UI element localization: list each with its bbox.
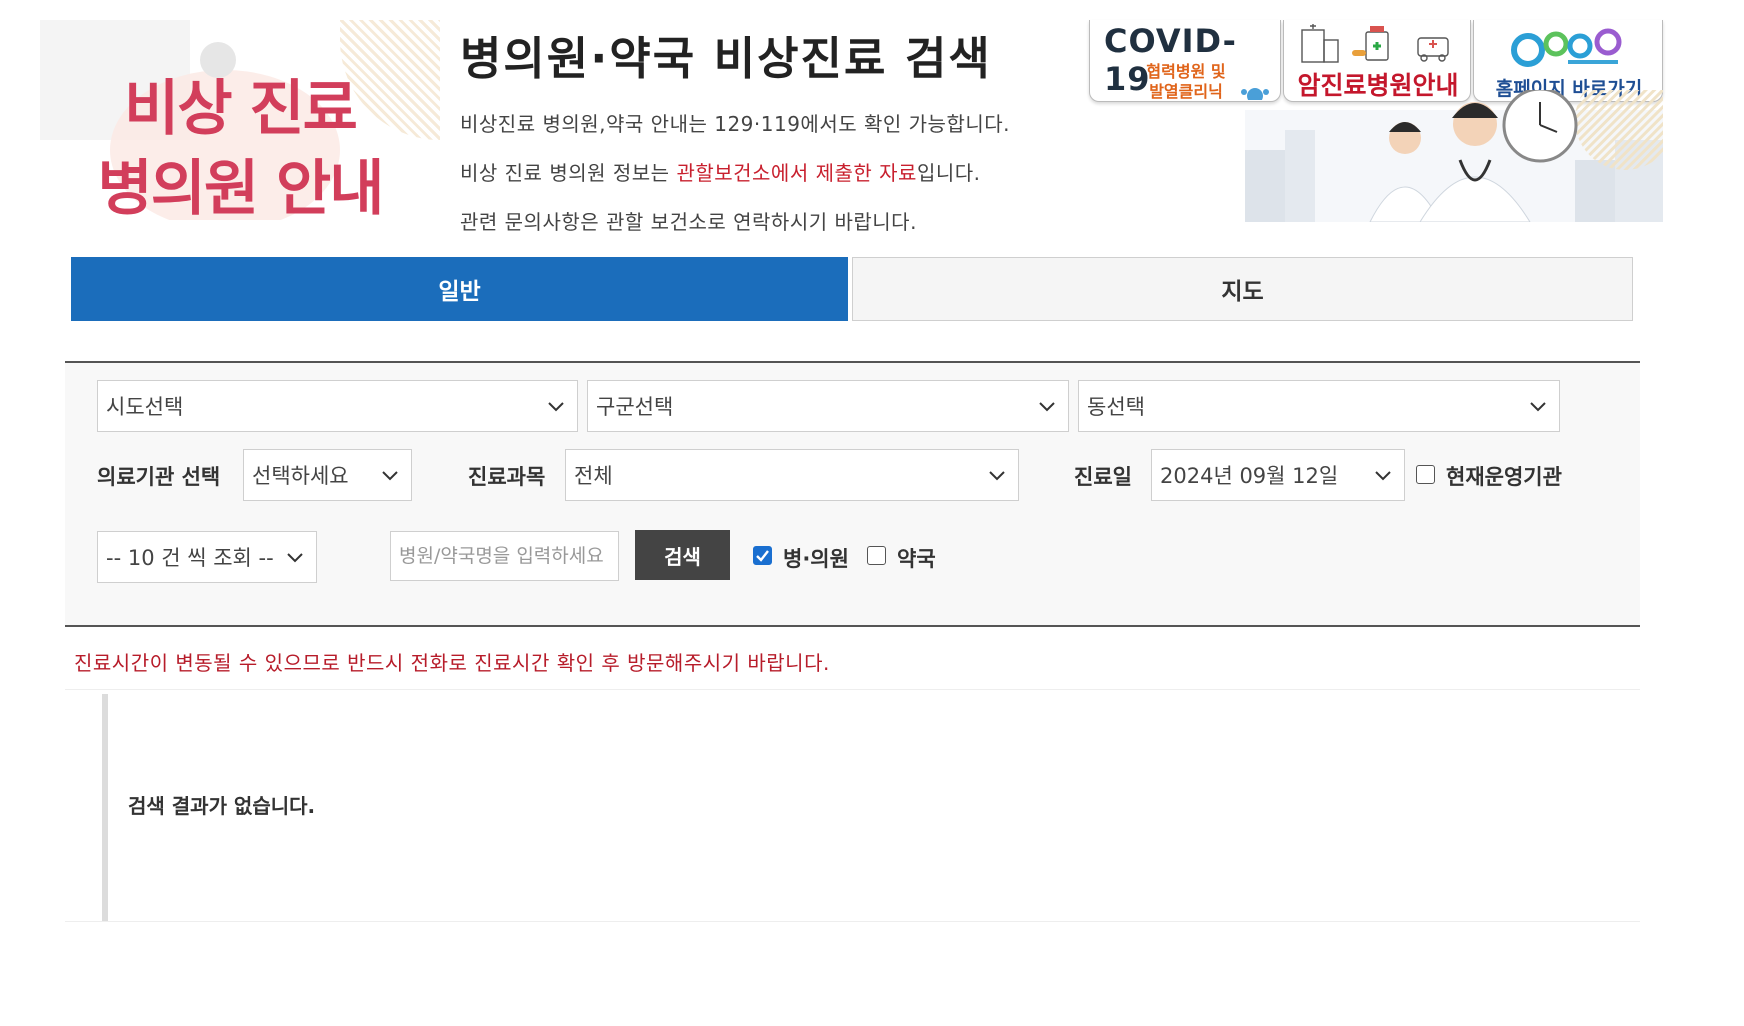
hospital-icons	[1301, 24, 1449, 63]
search-panel: 시도선택 구군선택 동선택 의료기관 선택 선택하세요 진료과목 전체 진료일 …	[65, 361, 1640, 627]
open-now-checkbox[interactable]	[1416, 465, 1435, 484]
dong-select[interactable]: 동선택	[1078, 380, 1560, 432]
hero-line-1: 비상 진료	[124, 74, 358, 144]
empty-results-message: 검색 결과가 없습니다.	[128, 794, 316, 818]
select-value: 전체	[574, 464, 613, 488]
info-text: 입니다.	[916, 161, 981, 185]
pharmacy-label: 약국	[897, 547, 936, 571]
chevron-down-icon	[989, 471, 1005, 481]
results-area: 검색 결과가 없습니다.	[102, 694, 1640, 922]
chevron-down-icon	[1375, 471, 1391, 481]
notice-text: 진료시간이 변동될 수 있으므로 반드시 전화로 진료시간 확인 후 방문해주시…	[74, 651, 830, 675]
pharmacy-checkbox[interactable]	[867, 546, 886, 565]
divider	[65, 689, 1640, 690]
sido-select[interactable]: 시도선택	[97, 380, 578, 432]
open-now-label: 현재운영기관	[1446, 465, 1562, 489]
select-value: 동선택	[1087, 395, 1145, 419]
search-button[interactable]: 검색	[635, 530, 730, 580]
institution-select[interactable]: 선택하세요	[243, 449, 412, 501]
tab-map[interactable]: 지도	[852, 257, 1633, 321]
info-line-source: 비상 진료 병의원 정보는 관할보건소에서 제출한 자료입니다.	[460, 157, 981, 186]
page-size-select[interactable]: -- 10 건 씩 조회 --	[97, 531, 317, 583]
chevron-down-icon	[287, 553, 303, 563]
select-value: 선택하세요	[252, 464, 349, 488]
select-value: 시도선택	[106, 395, 184, 419]
gugun-select[interactable]: 구군선택	[587, 380, 1069, 432]
hero-line-2: 병의원 안내	[97, 154, 385, 220]
institution-label: 의료기관 선택	[97, 465, 221, 489]
date-select[interactable]: 2024년 09월 12일	[1151, 449, 1405, 501]
select-value: -- 10 건 씩 조회 --	[106, 546, 274, 570]
hospital-checkbox[interactable]	[753, 546, 772, 565]
doctors-illustration	[1245, 90, 1663, 222]
info-highlight: 관할보건소에서 제출한 자료	[676, 161, 917, 185]
chevron-down-icon	[1530, 402, 1546, 412]
divider	[65, 921, 1640, 922]
hospital-label: 병·의원	[783, 547, 849, 571]
select-value: 구군선택	[596, 395, 674, 419]
name-search-input[interactable]	[390, 531, 619, 581]
info-line-phone: 비상진료 병의원,약국 안내는 129·119에서도 확인 가능합니다.	[460, 112, 1011, 136]
date-label: 진료일	[1074, 465, 1132, 489]
tab-general[interactable]: 일반	[71, 257, 848, 321]
check-icon	[756, 550, 769, 562]
health-logo-icon	[1511, 28, 1622, 67]
info-line-contact: 관련 문의사항은 관할 보건소로 연락하시기 바랍니다.	[460, 210, 917, 234]
chevron-down-icon	[548, 402, 564, 412]
info-text: 비상 진료 병의원 정보는	[460, 161, 677, 185]
chevron-down-icon	[382, 471, 398, 481]
department-select[interactable]: 전체	[565, 449, 1019, 501]
page-title: 병의원·약국 비상진료 검색	[460, 32, 992, 85]
department-label: 진료과목	[468, 465, 546, 489]
select-value: 2024년 09월 12일	[1160, 464, 1339, 488]
hero-banner: 비상 진료 병의원 안내	[40, 20, 440, 220]
chevron-down-icon	[1039, 402, 1055, 412]
